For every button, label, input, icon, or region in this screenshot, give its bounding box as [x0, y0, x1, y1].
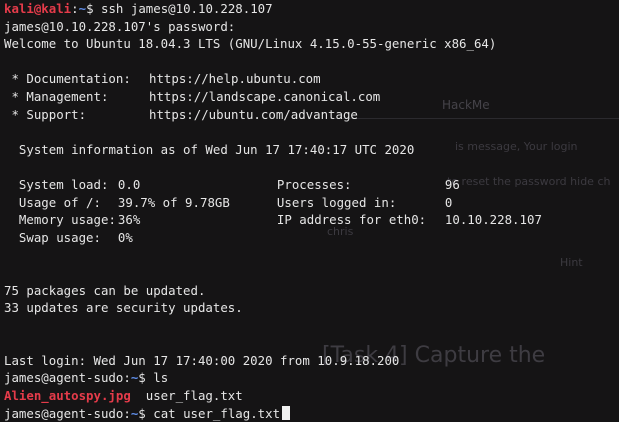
- prompt-sign: $: [86, 1, 94, 16]
- stat-label: Processes:: [276, 176, 352, 192]
- support-url: https://ubuntu.com/advantage: [149, 106, 358, 122]
- terminal-line-sysinfo: System information as of Wed Jun 17 17:4…: [0, 141, 619, 159]
- terminal-line-security: 33 updates are security updates.: [4, 300, 243, 316]
- terminal-line-cat: james@agent-sudo:~$ cat user_flag.txt: [0, 405, 619, 422]
- terminal-line-updates: 75 packages can be updated.: [4, 282, 206, 298]
- stat-label: IP address for eth0:: [276, 212, 427, 228]
- stat-value: 96: [444, 176, 460, 192]
- command-cat[interactable]: cat user_flag.txt: [153, 406, 280, 421]
- stat-value: 39.7% of 9.78GB: [117, 194, 230, 210]
- terminal-line-last-login: Last login: Wed Jun 17 17:40:00 2020 fro…: [4, 352, 400, 368]
- mgmt-label: * Management:: [4, 88, 109, 104]
- stat-value: 0: [444, 194, 453, 210]
- command-ssh: ssh james@10.10.228.107: [101, 1, 273, 16]
- terminal-line-mgmt: * Management: https://landscape.canonical…: [0, 88, 619, 106]
- stat-value: 0.0: [117, 176, 141, 192]
- terminal-window[interactable]: kali@kali:~$ ssh james@10.10.228.107 jam…: [0, 0, 619, 421]
- file-txt: user_flag.txt: [145, 388, 243, 404]
- remote-prompt-path: ~: [130, 405, 139, 421]
- terminal-line-doc: * Documentation: https://help.ubuntu.com: [0, 70, 619, 88]
- remote-prompt-sign: $: [138, 370, 146, 386]
- stat-label: System load:: [18, 176, 109, 192]
- terminal-line-ssh: kali@kali:~$ ssh james@10.10.228.107: [4, 1, 273, 16]
- terminal-line-welcome: Welcome to Ubuntu 18.04.3 LTS (GNU/Linux…: [4, 36, 497, 52]
- file-jpg: Alien_autospy.jpg: [4, 388, 131, 404]
- stat-label: Users logged in:: [276, 194, 397, 210]
- stat-label: Usage of /:: [18, 194, 101, 210]
- support-label: * Support:: [4, 106, 87, 122]
- remote-prompt-user: james@agent-sudo: [4, 405, 124, 421]
- terminal-line-stats-2: Usage of /: 39.7% of 9.78GB Users logged i…: [0, 194, 619, 212]
- terminal-line-stats-3: Memory usage: 36% IP address for eth0: 10.1…: [0, 211, 619, 229]
- stat-value: 0%: [117, 229, 133, 245]
- terminal-line-stats-1: System load: 0.0 Processes: 96: [0, 176, 619, 194]
- remote-prompt-sign: $: [138, 405, 146, 421]
- stat-value: 36%: [117, 212, 141, 228]
- terminal-line-files: Alien_autospy.jpg user_flag.txt: [0, 387, 619, 405]
- terminal-line-support: * Support: https://ubuntu.com/advantage: [0, 106, 619, 124]
- stat-label: Swap usage:: [18, 229, 101, 245]
- doc-label: * Documentation:: [4, 71, 131, 87]
- text-cursor: [282, 405, 291, 420]
- stat-label: Memory usage:: [18, 212, 116, 228]
- remote-prompt-user: james@agent-sudo: [4, 370, 124, 386]
- terminal-line-stats-4: Swap usage: 0%: [0, 229, 619, 247]
- command-ls: ls: [153, 370, 169, 386]
- prompt-user: kali@kali: [4, 1, 72, 16]
- stat-value: 10.10.228.107: [444, 212, 542, 228]
- sysinfo-header: System information as of Wed Jun 17 17:4…: [18, 141, 415, 157]
- terminal-line-ls: james@agent-sudo:~$ ls: [4, 370, 169, 386]
- terminal-line-password: james@10.10.228.107's password:: [4, 18, 236, 34]
- mgmt-url: https://landscape.canonical.com: [149, 88, 381, 104]
- prompt-path: ~: [78, 1, 87, 16]
- doc-url: https://help.ubuntu.com: [149, 71, 321, 87]
